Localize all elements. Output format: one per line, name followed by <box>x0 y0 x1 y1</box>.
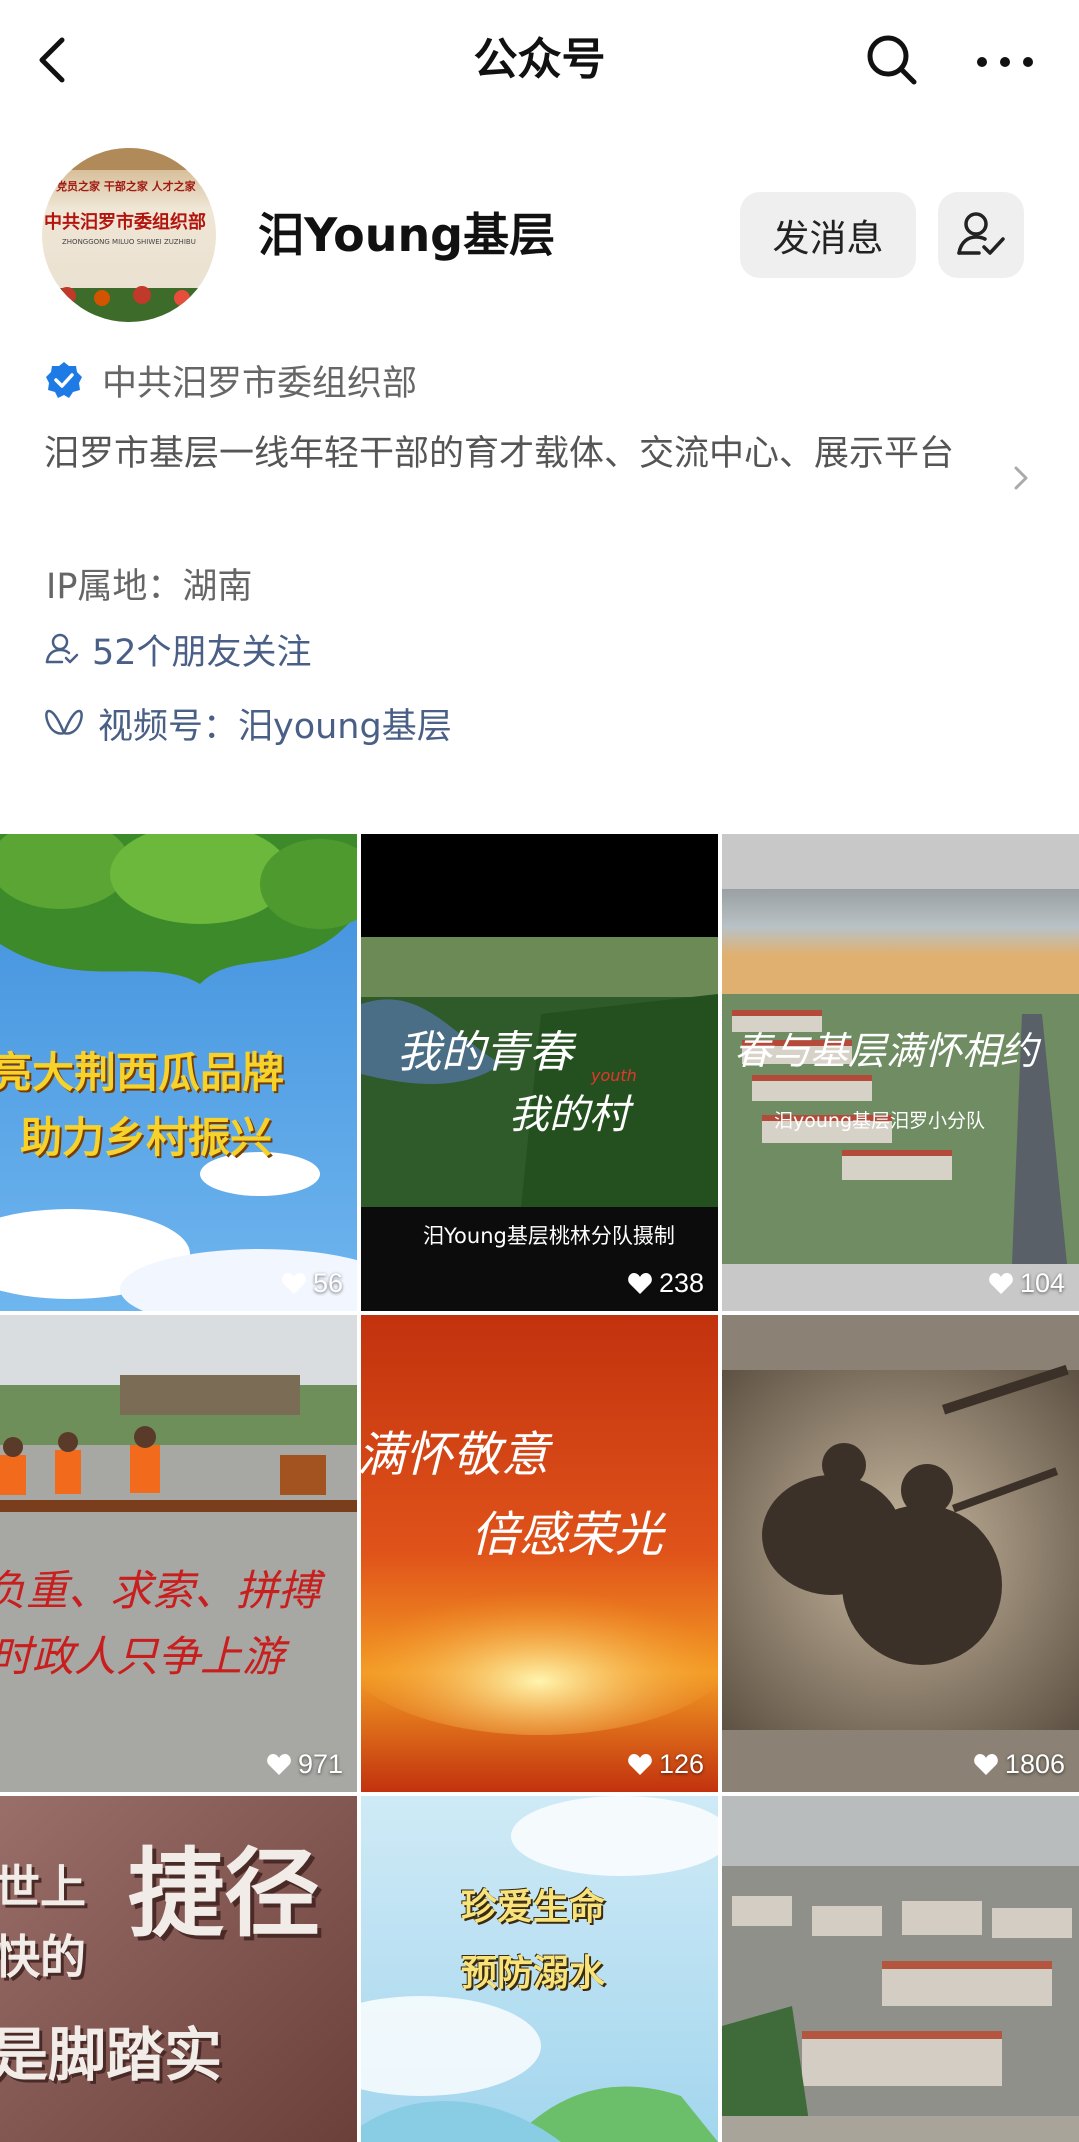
video-caption-line: 春与基层满怀相约 <box>734 1029 1039 1073</box>
verified-org-name: 中共汨罗市委组织部 <box>102 363 418 404</box>
like-count-value: 971 <box>297 1749 343 1779</box>
video-thumbnail[interactable]: 满怀敬意 倍感荣光 126 <box>361 1315 718 1792</box>
search-icon[interactable] <box>862 30 922 90</box>
friends-following-text: 52个朋友关注 <box>92 632 312 673</box>
like-count: 238 <box>627 1268 704 1299</box>
heart-icon <box>989 1272 1013 1294</box>
avatar-org-name: 中共汨罗市委组织部 <box>44 212 206 233</box>
like-count-value: 56 <box>312 1268 343 1298</box>
video-thumbnail[interactable]: 亮大荆西瓜品牌 助力乡村振兴 56 <box>0 834 357 1311</box>
account-avatar[interactable]: 党员之家 干部之家 人才之家 中共汨罗市委组织部 ZHONGGONG MILUO… <box>42 148 216 322</box>
like-count: 1806 <box>973 1749 1065 1780</box>
video-caption-line: 负重、求索、拼搏 <box>0 1566 321 1615</box>
ip-location: IP属地：湖南 <box>46 567 253 607</box>
video-thumbnail[interactable]: 世上 快的 捷径 是脚踏实 <box>0 1796 357 2142</box>
user-icon <box>45 633 79 664</box>
avatar-slogan: 党员之家 干部之家 人才之家 <box>56 180 196 193</box>
chevron-right-icon[interactable] <box>1010 460 1034 496</box>
account-description[interactable]: 汨罗市基层一线年轻干部的育才载体、交流中心、展示平台 <box>44 428 1004 480</box>
avatar-org-pinyin: ZHONGGONG MILUO SHIWEI ZUZHIBU <box>62 238 196 246</box>
video-caption-line: 是脚踏实 <box>0 2021 223 2089</box>
video-caption-line: 快的 <box>0 1930 86 1984</box>
follow-button[interactable] <box>938 192 1024 278</box>
video-thumbnail[interactable]: 负重、求索、拼搏 时政人只争上游 971 <box>0 1315 357 1792</box>
video-thumbnail[interactable]: 我的青春 youth 我的村 汨Young基层桃林分队摄制 238 <box>361 834 718 1311</box>
video-thumbnail[interactable] <box>722 1796 1079 2142</box>
video-grid: 亮大荆西瓜品牌 助力乡村振兴 56 我的青春 youth 我的村 汨Young基… <box>0 834 1079 2142</box>
like-count: 971 <box>266 1749 343 1780</box>
video-thumbnail[interactable]: 珍爱生命 预防溺水 <box>361 1796 718 2142</box>
video-caption-subtitle: 汨Young基层桃林分队摄制 <box>423 1224 675 1248</box>
user-check-icon <box>957 212 1005 255</box>
video-caption-line: 亮大荆西瓜品牌 <box>0 1048 285 1097</box>
channels-row[interactable]: 视频号：汨young基层 <box>44 698 452 748</box>
like-count-value: 126 <box>658 1749 704 1779</box>
video-caption-line: 满怀敬意 <box>361 1427 550 1483</box>
video-caption-line: 助力乡村振兴 <box>20 1113 273 1162</box>
like-count: 126 <box>627 1749 704 1780</box>
video-caption-line: 捷径 <box>128 1838 320 1950</box>
video-caption-line: 我的青春 <box>397 1027 573 1078</box>
heart-icon <box>267 1753 291 1775</box>
like-count-value: 104 <box>1019 1268 1065 1298</box>
video-caption-line: 倍感荣光 <box>471 1507 664 1563</box>
heart-icon <box>628 1272 652 1294</box>
video-caption-subtitle: 汨young基层汨罗小分队 <box>774 1110 986 1132</box>
account-name: 汨Young基层 <box>258 208 556 262</box>
top-nav-bar: 公众号 <box>0 0 1079 124</box>
video-caption-line: 珍爱生命 <box>461 1887 606 1928</box>
verified-org-row[interactable]: 中共汨罗市委组织部 <box>44 355 417 405</box>
like-count: 104 <box>988 1268 1065 1299</box>
friends-following-row[interactable]: 52个朋友关注 <box>44 624 312 674</box>
more-options-icon[interactable] <box>970 30 1040 90</box>
like-count: 56 <box>281 1268 343 1299</box>
heart-icon <box>282 1272 306 1294</box>
heart-icon <box>974 1753 998 1775</box>
like-count-value: 1806 <box>1004 1749 1065 1779</box>
video-caption-line: 世上 <box>0 1860 86 1914</box>
like-count-value: 238 <box>658 1268 704 1298</box>
video-caption-line: 时政人只争上游 <box>0 1632 285 1681</box>
channels-text: 视频号：汨young基层 <box>98 706 452 747</box>
send-message-button[interactable]: 发消息 <box>740 192 916 278</box>
channels-butterfly-icon <box>45 709 83 735</box>
video-caption-line: 预防溺水 <box>461 1953 606 1994</box>
verified-badge-icon <box>46 362 82 398</box>
video-thumbnail[interactable]: 1806 <box>722 1315 1079 1792</box>
video-caption-line: 我的村 <box>509 1092 629 1138</box>
heart-icon <box>628 1753 652 1775</box>
video-thumbnail[interactable]: 春与基层满怀相约 汨young基层汨罗小分队 104 <box>722 834 1079 1311</box>
